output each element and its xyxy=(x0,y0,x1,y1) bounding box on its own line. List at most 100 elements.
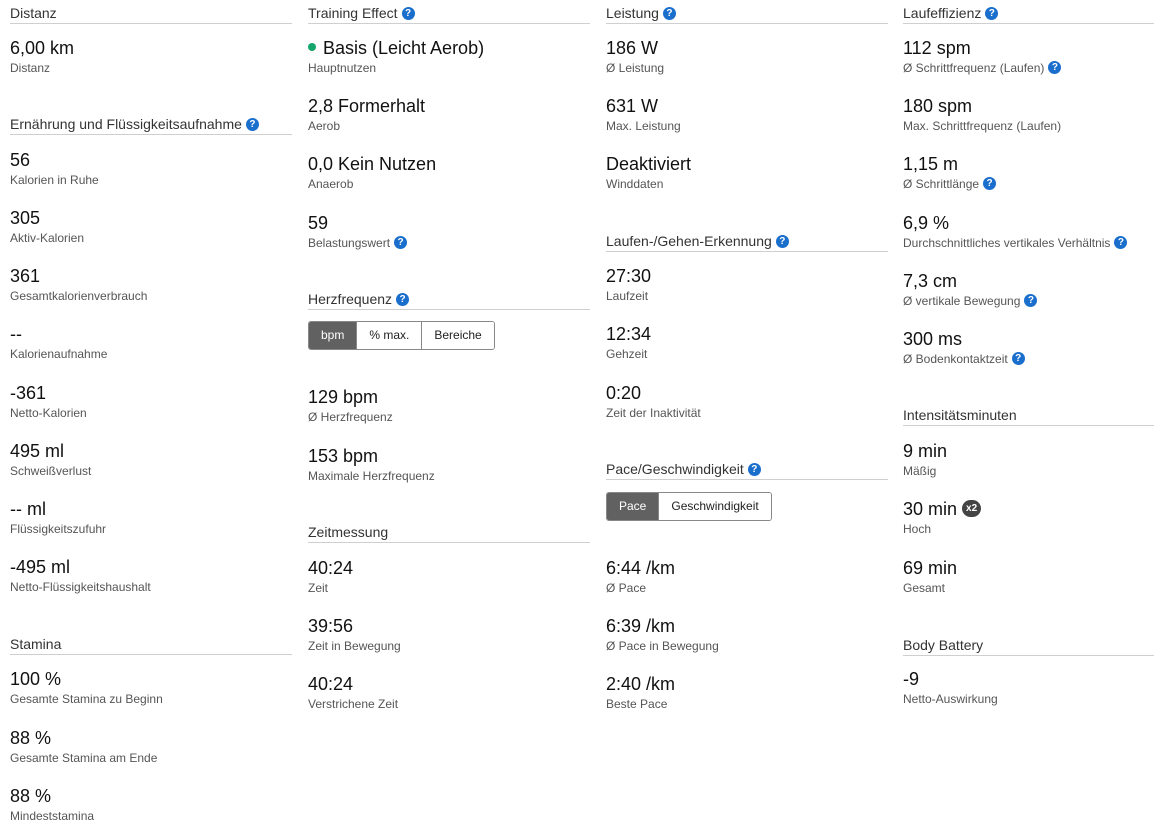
stat-label: Mindeststamina xyxy=(10,809,95,823)
tab-bpm[interactable]: bpm xyxy=(309,322,357,349)
help-icon[interactable]: ? xyxy=(1024,294,1038,308)
stat-mindeststamina: 88 % Mindeststamina xyxy=(10,785,292,824)
stat-label: Netto-Kalorien xyxy=(10,406,87,420)
stat-value: Deaktiviert xyxy=(606,154,692,174)
stat-beste-pace: 2:40 /km Beste Pace xyxy=(606,673,888,712)
help-icon[interactable]: ? xyxy=(396,292,410,306)
stat-label: Ø Pace in Bewegung xyxy=(606,639,719,653)
stat-label: Gesamtkalorienverbrauch xyxy=(10,289,148,303)
stat-label: Ø Pace xyxy=(606,581,647,595)
section-title: Body Battery xyxy=(903,632,1154,656)
tab-geschwindigkeit[interactable]: Geschwindigkeit xyxy=(658,493,771,520)
stat-label: Zeit der Inaktivität xyxy=(606,406,701,420)
stat-label: Netto-Flüssigkeitshaushalt xyxy=(10,580,151,594)
stat-pace-bewegung: 6:39 /km Ø Pace in Bewegung xyxy=(606,615,888,654)
stat-avg-schrittfrequenz: 112 spm Ø Schrittfrequenz (Laufen)? xyxy=(903,37,1154,76)
stat-label: Mäßig xyxy=(903,464,937,478)
section-intensitaetsminuten: Intensitätsminuten xyxy=(903,402,1154,426)
stat-label: Ø Schrittfrequenz (Laufen)? xyxy=(903,60,1154,76)
stat-label: Laufzeit xyxy=(606,289,649,303)
stat-gesamt: 69 min Gesamt xyxy=(903,557,1154,596)
stat-value: 2,8 Formerhalt xyxy=(308,96,426,116)
stat-value: 631 W xyxy=(606,96,659,116)
help-icon[interactable]: ? xyxy=(985,6,999,20)
stat-avg-pace: 6:44 /km Ø Pace xyxy=(606,557,888,596)
stat-gehzeit: 12:34 Gehzeit xyxy=(606,323,888,362)
stat-schrittlaenge: 1,15 m Ø Schrittlänge? xyxy=(903,153,1154,192)
stat-bodenkontaktzeit: 300 ms Ø Bodenkontaktzeit? xyxy=(903,328,1154,367)
section-stamina: Stamina xyxy=(10,631,292,655)
pace-unit-toggle: Pace Geschwindigkeit xyxy=(606,492,888,521)
tab-bereiche[interactable]: Bereiche xyxy=(421,322,494,349)
stat-inaktivitaet: 0:20 Zeit der Inaktivität xyxy=(606,382,888,421)
stat-value: 495 ml xyxy=(10,441,65,461)
stat-value: 100 % xyxy=(10,669,62,689)
stat-label: Belastungswert? xyxy=(308,235,590,251)
stat-avg-leistung: 186 W Ø Leistung xyxy=(606,37,888,76)
section-title: Training Effect? xyxy=(308,0,590,24)
section-title: Intensitätsminuten xyxy=(903,402,1154,426)
stat-label: Ø Leistung xyxy=(606,61,665,75)
stat-label: Beste Pace xyxy=(606,697,668,711)
section-laufeffizienz: Laufeffizienz? xyxy=(903,0,1154,24)
section-title: Zeitmessung xyxy=(308,519,590,543)
multiplier-badge: x2 xyxy=(962,499,982,517)
stat-label: Netto-Auswirkung xyxy=(903,692,998,706)
stat-label: Aerob xyxy=(308,119,341,133)
help-icon[interactable]: ? xyxy=(394,236,408,250)
help-icon[interactable]: ? xyxy=(662,6,676,20)
stat-value: 6:44 /km xyxy=(606,558,676,578)
section-pace: Pace/Geschwindigkeit? xyxy=(606,456,888,480)
section-ernaehrung: Ernährung und Flüssigkeitsaufnahme? xyxy=(10,111,292,135)
stat-anaerob: 0,0 Kein Nutzen Anaerob xyxy=(308,153,590,192)
stat-value: 0,0 Kein Nutzen xyxy=(308,154,437,174)
help-icon[interactable]: ? xyxy=(1011,352,1025,366)
stat-value: -495 ml xyxy=(10,557,71,577)
stat-label: Gesamte Stamina am Ende xyxy=(10,751,158,765)
stat-laufzeit: 27:30 Laufzeit xyxy=(606,265,888,304)
stat-value: -361 xyxy=(10,383,47,403)
section-herzfrequenz: Herzfrequenz? xyxy=(308,286,590,310)
stat-value: 40:24 xyxy=(308,674,354,694)
tab-pace[interactable]: Pace xyxy=(607,493,659,520)
section-title: Pace/Geschwindigkeit? xyxy=(606,456,888,480)
help-icon[interactable]: ? xyxy=(747,462,761,476)
stat-value: -- xyxy=(10,324,22,344)
stat-value: 27:30 xyxy=(606,266,652,286)
stat-value: 40:24 xyxy=(308,558,354,578)
section-title: Laufen-/Gehen-Erkennung? xyxy=(606,228,888,252)
segmented-control: bpm % max. Bereiche xyxy=(308,321,495,350)
stat-vertikale-bewegung: 7,3 cm Ø vertikale Bewegung? xyxy=(903,270,1154,309)
stat-winddaten: Deaktiviert Winddaten xyxy=(606,153,888,192)
help-icon[interactable]: ? xyxy=(401,6,415,20)
stat-value: Basis (Leicht Aerob) xyxy=(308,37,590,59)
stat-belastungswert: 59 Belastungswert? xyxy=(308,212,590,251)
help-icon[interactable]: ? xyxy=(983,177,997,191)
stat-label: Zeit in Bewegung xyxy=(308,639,401,653)
stat-value: 12:34 xyxy=(606,324,652,344)
stat-kalorienaufnahme: -- Kalorienaufnahme xyxy=(10,323,292,362)
help-icon[interactable]: ? xyxy=(245,117,259,131)
stat-label: Gesamte Stamina zu Beginn xyxy=(10,692,163,706)
section-distanz: Distanz xyxy=(10,0,292,24)
section-title: Leistung? xyxy=(606,0,888,24)
stat-stamina-beginn: 100 % Gesamte Stamina zu Beginn xyxy=(10,668,292,707)
section-body-battery: Body Battery xyxy=(903,632,1154,656)
help-icon[interactable]: ? xyxy=(775,234,789,248)
help-icon[interactable]: ? xyxy=(1048,61,1062,75)
help-icon[interactable]: ? xyxy=(1114,236,1128,250)
section-title: Ernährung und Flüssigkeitsaufnahme? xyxy=(10,111,292,135)
stat-label: Gehzeit xyxy=(606,347,648,361)
tab-prozent-max[interactable]: % max. xyxy=(356,322,422,349)
stat-label: Distanz xyxy=(10,61,51,75)
stat-distanz: 6,00 km Distanz xyxy=(10,37,292,76)
stat-value: 9 min xyxy=(903,441,948,461)
section-title: Stamina xyxy=(10,631,292,655)
stat-gesamtkalorien: 361 Gesamtkalorienverbrauch xyxy=(10,265,292,304)
stat-vertikales-verhaeltnis: 6,9 % Durchschnittliches vertikales Verh… xyxy=(903,212,1154,251)
stat-label: Winddaten xyxy=(606,177,664,191)
stat-label: Hauptnutzen xyxy=(308,61,377,75)
stat-avg-herzfrequenz: 129 bpm Ø Herzfrequenz xyxy=(308,386,590,425)
stat-stamina-ende: 88 % Gesamte Stamina am Ende xyxy=(10,727,292,766)
stat-max-schrittfrequenz: 180 spm Max. Schrittfrequenz (Laufen) xyxy=(903,95,1154,134)
